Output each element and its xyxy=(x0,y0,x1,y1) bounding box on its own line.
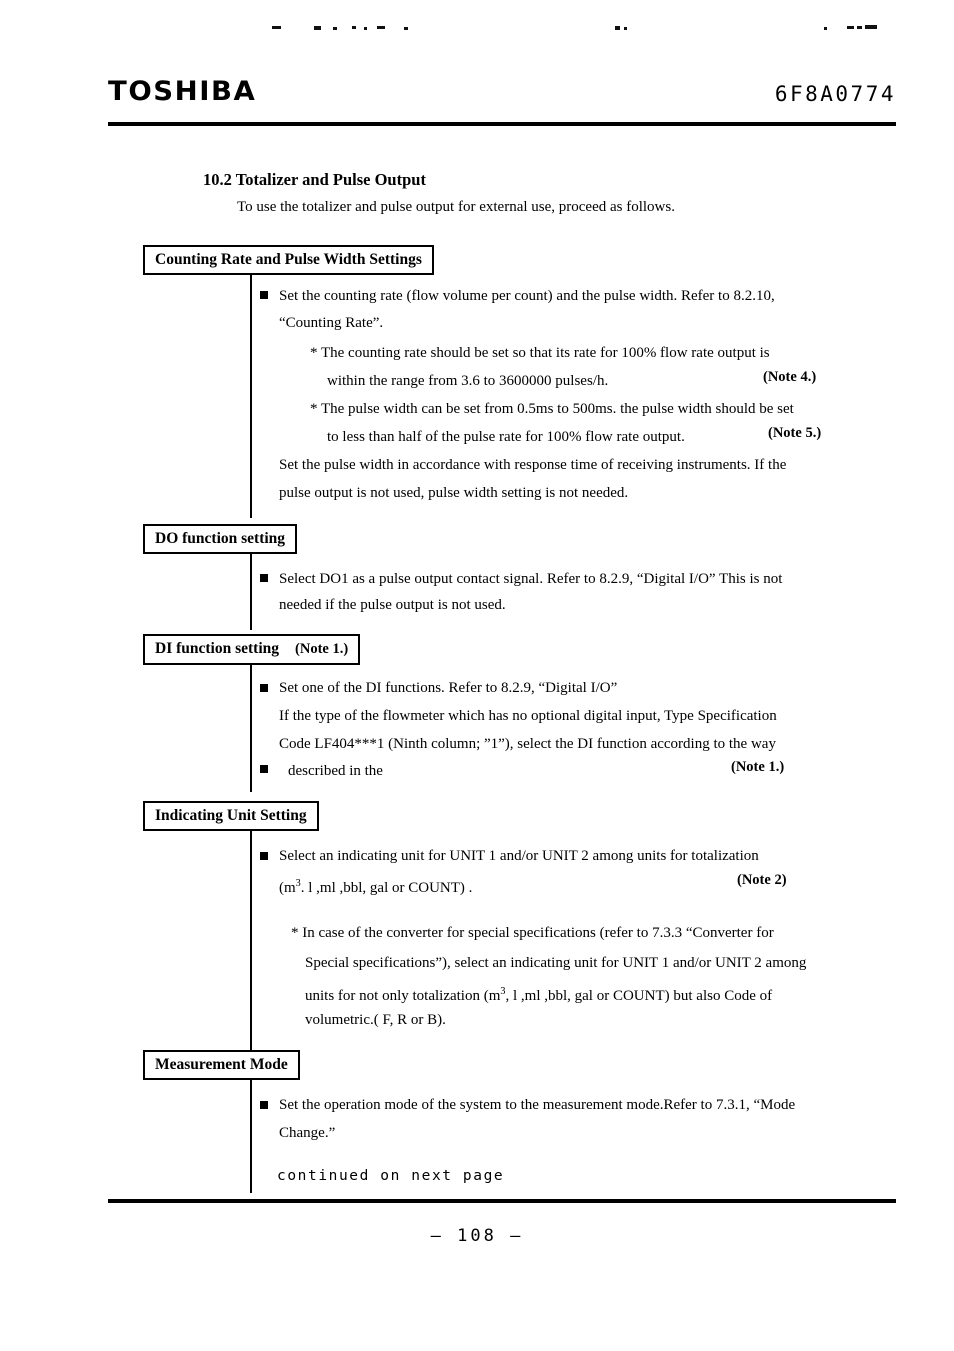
step-line: * In case of the converter for special s… xyxy=(291,925,774,941)
step-box-label: Counting Rate and Pulse Width Settings xyxy=(155,251,422,268)
step-line: If the type of the flowmeter which has n… xyxy=(279,708,777,724)
step-line: * The counting rate should be set so tha… xyxy=(310,345,770,361)
flow-connector-1 xyxy=(250,272,252,518)
flow-connector-5 xyxy=(250,1078,252,1193)
step-line: pulse output is not used, pulse width se… xyxy=(279,485,629,501)
step-line: Change.” xyxy=(279,1125,336,1141)
step-line: units for not only totalization (m3, l ,… xyxy=(305,986,773,1004)
step-line-text: Select an indicating unit for UNIT 1 and… xyxy=(279,848,759,864)
bullet-marker xyxy=(260,1101,268,1109)
bullet-marker xyxy=(260,852,268,860)
step-box-measurement-mode[interactable]: Measurement Mode xyxy=(143,1050,300,1081)
procedure-flowchart: Counting Rate and Pulse Width Settings S… xyxy=(0,0,954,1351)
step-line: (m3. l ,ml ,bbl, gal or COUNT) . xyxy=(279,878,473,896)
step-line: Set the counting rate (flow volume per c… xyxy=(279,288,775,304)
step-line: Set the pulse width in accordance with r… xyxy=(279,457,787,473)
note-reference: (Note 4.) xyxy=(763,369,817,385)
step-box-label: DO function setting xyxy=(155,530,286,547)
continued-label: continued on next page xyxy=(277,1168,505,1184)
step-line: Code LF404***1 (Ninth column; ”1”), sele… xyxy=(279,736,776,752)
note-reference: (Note 5.) xyxy=(768,425,822,441)
step-line: * The pulse width can be set from 0.5ms … xyxy=(310,401,794,417)
page-number: — 108 — xyxy=(430,1226,524,1246)
step-box-di-function[interactable]: DI function setting (Note 1.) xyxy=(143,634,361,665)
step-box-counting-rate[interactable]: Counting Rate and Pulse Width Settings xyxy=(143,245,434,276)
step-line: Select DO1 as a pulse output contact sig… xyxy=(279,571,783,587)
step-line: described in the xyxy=(288,763,383,779)
flow-connector-4 xyxy=(250,829,252,1053)
step-box-label: Indicating Unit Setting xyxy=(155,807,307,824)
step-box-note: (Note 1.) xyxy=(295,641,349,657)
flow-connector-3 xyxy=(250,664,252,792)
step-line: Set one of the DI functions. Refer to 8.… xyxy=(279,680,618,696)
footer-rule xyxy=(108,1199,896,1203)
step-line: needed if the pulse output is not used. xyxy=(279,597,506,613)
step-box-label: DI function setting xyxy=(155,640,280,657)
step-line: Select an indicating unit for UNIT 1 and… xyxy=(279,843,759,869)
step-line: volumetric.( F, R or B). xyxy=(305,1012,446,1028)
step-box-indicating-unit[interactable]: Indicating Unit Setting xyxy=(143,801,319,832)
bullet-marker xyxy=(260,684,268,692)
bullet-marker xyxy=(260,291,268,299)
step-box-label: Measurement Mode xyxy=(155,1056,288,1073)
note-reference: (Note 2) xyxy=(737,872,787,888)
step-line: Set the operation mode of the system to … xyxy=(279,1097,796,1113)
note-reference: (Note 1.) xyxy=(731,759,785,775)
step-line: to less than half of the pulse rate for … xyxy=(327,429,685,445)
step-line: within the range from 3.6 to 3600000 pul… xyxy=(327,373,609,389)
bullet-marker xyxy=(260,574,268,582)
step-line: Special specifications”), select an indi… xyxy=(305,955,807,971)
bullet-marker xyxy=(260,765,268,773)
step-box-do-function[interactable]: DO function setting xyxy=(143,524,298,555)
flow-connector-2 xyxy=(250,552,252,630)
step-line: “Counting Rate”. xyxy=(279,315,384,331)
